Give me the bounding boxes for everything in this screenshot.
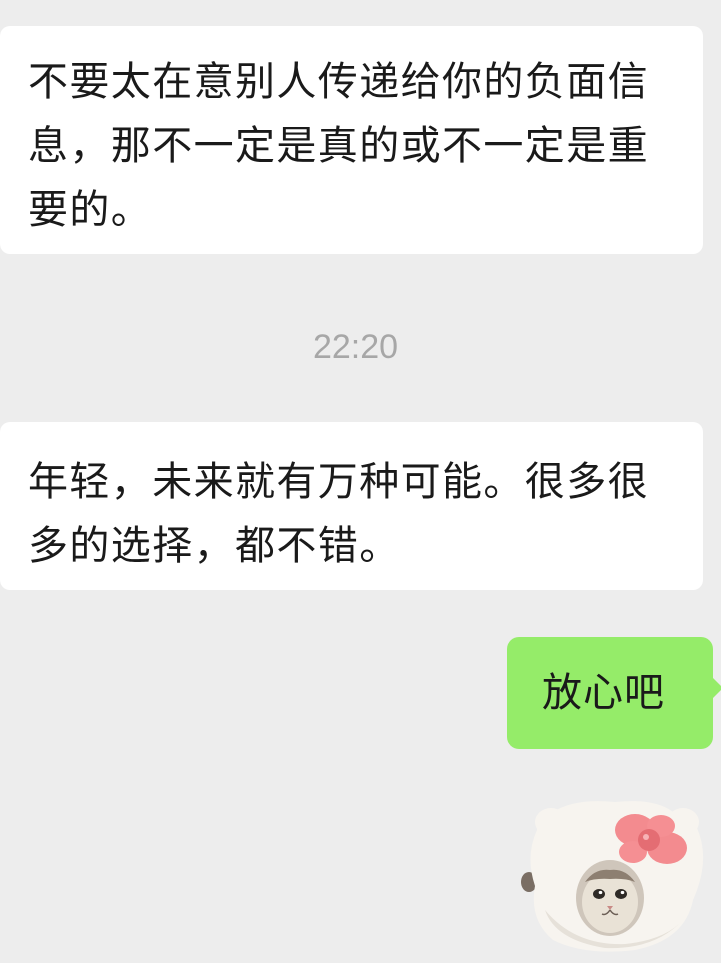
bubble-tail [712, 677, 721, 699]
message-text: 放心吧 [542, 670, 665, 716]
hello-kitty-cat-sticker-icon [521, 801, 704, 952]
outgoing-message-bubble[interactable]: 放心吧 [507, 637, 721, 749]
message-text: 不要太在意别人传递给你的负面信息，那不一定是真的或不一定是重要的。 [28, 59, 649, 233]
sticker-message[interactable] [515, 790, 721, 959]
message-text: 年轻，未来就有万种可能。很多很多的选择，都不错。 [28, 459, 649, 569]
chat-timestamp: 22:20 [312, 328, 399, 366]
incoming-message-bubble[interactable]: 年轻，未来就有万种可能。很多很多的选择，都不错。 [0, 422, 703, 590]
incoming-message-bubble[interactable]: 不要太在意别人传递给你的负面信息，那不一定是真的或不一定是重要的。 [0, 26, 703, 254]
